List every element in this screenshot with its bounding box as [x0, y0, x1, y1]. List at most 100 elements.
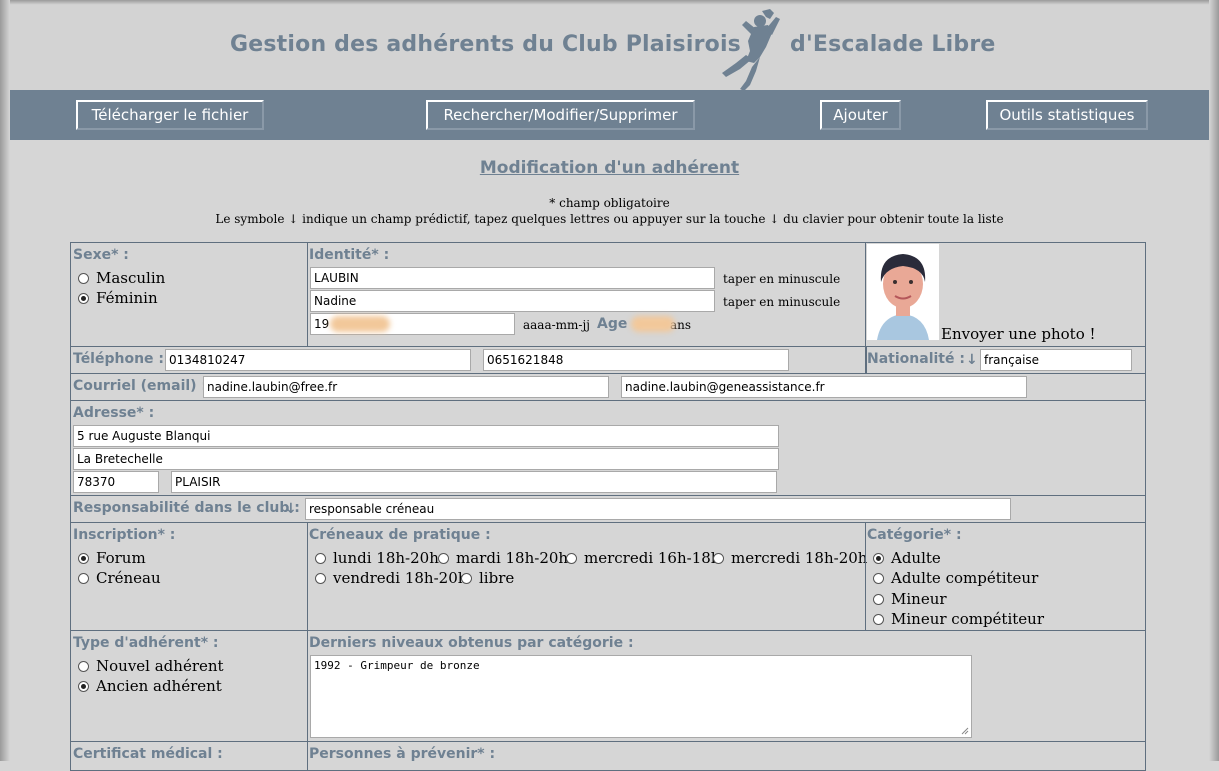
radio-label: Créneau — [96, 569, 161, 587]
radio-label: mercredi 18h-20h — [731, 549, 868, 567]
radio-label: vendredi 18h-20h — [333, 569, 468, 587]
window-edge-left — [0, 0, 10, 761]
photo-cell: Envoyer une photo ! — [865, 242, 1146, 347]
radio-icon[interactable] — [461, 572, 472, 584]
sexe-option-masculin[interactable]: Masculin — [78, 269, 165, 287]
add-button[interactable]: Ajouter — [820, 100, 901, 130]
personnes-cell: Personnes à prévenir* : — [307, 741, 1146, 771]
radio-label: Ancien adhérent — [96, 677, 222, 695]
nav-bar: Télécharger le fichier Rechercher/Modifi… — [10, 90, 1209, 140]
age-redaction — [631, 316, 675, 332]
telephone-cell: Téléphone : 0134810247 0651621848 — [70, 346, 867, 374]
type-ancien-adherent[interactable]: Ancien adhérent — [78, 677, 222, 695]
categorie-mineur[interactable]: Mineur — [873, 590, 947, 608]
nationalite-label: Nationalité : — [867, 351, 965, 367]
type-adherent-label: Type d'adhérent* : — [73, 635, 219, 651]
categorie-cell: Catégorie* : Adulte Adulte compétiteur M… — [865, 522, 1146, 631]
sexe-option-feminin[interactable]: Féminin — [78, 289, 158, 307]
creneau-lundi[interactable]: lundi 18h-20h — [315, 549, 439, 567]
radio-icon[interactable] — [78, 272, 89, 284]
search-modify-delete-button[interactable]: Rechercher/Modifier/Supprimer — [426, 100, 695, 130]
download-file-button[interactable]: Télécharger le fichier — [76, 100, 264, 130]
prenom-input[interactable]: Nadine — [310, 290, 715, 312]
window-edge-right — [1209, 0, 1219, 761]
statistics-tools-button[interactable]: Outils statistiques — [986, 100, 1148, 130]
courriel-cell: Courriel (email) : nadine.laubin@free.fr… — [70, 373, 1146, 401]
personnes-label: Personnes à prévenir* : — [309, 746, 496, 762]
radio-label: Féminin — [96, 289, 158, 307]
radio-label: Adulte compétiteur — [891, 569, 1039, 587]
radio-label: Mineur compétiteur — [891, 610, 1044, 628]
inscription-label: Inscription* : — [73, 527, 176, 543]
prenom-hint: taper en minuscule — [723, 295, 841, 309]
adresse-label: Adresse* : — [73, 405, 155, 421]
categorie-adulte-competiteur[interactable]: Adulte compétiteur — [873, 569, 1038, 587]
responsabilite-input[interactable]: responsable créneau — [305, 498, 1011, 520]
header-banner: Gestion des adhérents du Club Plaisirois… — [10, 5, 1209, 91]
categorie-mineur-competiteur[interactable]: Mineur compétiteur — [873, 610, 1044, 628]
courriel-label: Courriel (email) : — [73, 378, 208, 394]
creneaux-cell: Créneaux de pratique : lundi 18h-20h mar… — [307, 522, 867, 631]
categorie-label: Catégorie* : — [867, 527, 962, 543]
creneau-mercredi-16h[interactable]: mercredi 16h-18h — [566, 549, 720, 567]
radio-label: Forum — [96, 549, 146, 567]
page-title: Modification d'un adhérent — [479, 158, 740, 178]
responsabilite-label: Responsabilité dans le club : — [73, 500, 300, 516]
header-title-left: Gestion des adhérents du Club Plaisirois — [230, 32, 741, 57]
climber-logo-icon — [722, 9, 780, 91]
nom-hint: taper en minuscule — [723, 272, 841, 286]
radio-icon[interactable] — [78, 572, 89, 584]
niveaux-label: Derniers niveaux obtenus par catégorie : — [309, 635, 634, 651]
radio-label: Nouvel adhérent — [96, 657, 224, 675]
type-nouvel-adherent[interactable]: Nouvel adhérent — [78, 657, 224, 675]
radio-label: Mineur — [891, 590, 947, 608]
radio-icon[interactable] — [438, 552, 449, 564]
adresse-line1-input[interactable]: 5 rue Auguste Blanqui — [73, 425, 779, 447]
radio-icon[interactable] — [315, 572, 326, 584]
telephone-mobile-input[interactable]: 0651621848 — [483, 349, 789, 371]
radio-icon[interactable] — [78, 660, 89, 672]
adresse-line2-input[interactable]: La Bretechelle — [73, 448, 779, 470]
inscription-cell: Inscription* : Forum Créneau — [70, 522, 308, 631]
radio-label: Masculin — [96, 269, 166, 287]
categorie-adulte[interactable]: Adulte — [873, 549, 941, 567]
creneau-mercredi-18h[interactable]: mercredi 18h-20h — [713, 549, 867, 567]
radio-checked-icon[interactable] — [873, 552, 884, 564]
radio-icon[interactable] — [315, 552, 326, 564]
telephone-fixe-input[interactable]: 0134810247 — [165, 349, 471, 371]
creneau-mardi[interactable]: mardi 18h-20h — [438, 549, 568, 567]
radio-checked-icon[interactable] — [78, 292, 89, 304]
radio-label: libre — [479, 569, 515, 587]
radio-icon[interactable] — [566, 552, 577, 564]
niveaux-textarea[interactable]: 1992 - Grimpeur de bronze — [310, 655, 972, 738]
resize-handle-icon[interactable] — [960, 726, 969, 735]
predictive-arrow-icon: ↓ — [966, 352, 978, 368]
radio-icon[interactable] — [873, 593, 884, 605]
creneau-vendredi[interactable]: vendredi 18h-20h — [315, 569, 467, 587]
radio-label: mercredi 16h-18h — [584, 549, 721, 567]
email2-input[interactable]: nadine.laubin@geneassistance.fr — [621, 376, 1027, 398]
adresse-cell: Adresse* : 5 rue Auguste Blanqui La Bret… — [70, 400, 1146, 496]
header-title-right: d'Escalade Libre — [790, 32, 996, 57]
radio-checked-icon[interactable] — [78, 552, 89, 564]
ville-input[interactable]: PLAISIR — [171, 471, 777, 493]
radio-icon[interactable] — [713, 552, 724, 564]
send-photo-link[interactable]: Envoyer une photo ! — [941, 325, 1096, 343]
predictive-arrow-icon: ↓ — [285, 501, 297, 517]
nom-input[interactable]: LAUBIN — [310, 267, 715, 289]
creneau-libre[interactable]: libre — [461, 569, 514, 587]
email1-input[interactable]: nadine.laubin@free.fr — [203, 376, 609, 398]
radio-icon[interactable] — [873, 613, 884, 625]
inscription-option-creneau[interactable]: Créneau — [78, 569, 161, 587]
certificat-cell: Certificat médical : — [70, 741, 308, 771]
sexe-label: Sexe* : — [73, 247, 129, 263]
radio-checked-icon[interactable] — [78, 680, 89, 692]
predictive-note: Le symbole ↓ indique un champ prédictif,… — [215, 212, 1004, 226]
radio-icon[interactable] — [873, 572, 884, 584]
niveaux-cell: Derniers niveaux obtenus par catégorie :… — [307, 630, 1146, 742]
sexe-cell: Sexe* : Masculin Féminin — [70, 242, 308, 347]
inscription-option-forum[interactable]: Forum — [78, 549, 146, 567]
nationalite-input[interactable]: française — [980, 349, 1132, 371]
code-postal-input[interactable]: 78370 — [73, 471, 159, 493]
type-adherent-cell: Type d'adhérent* : Nouvel adhérent Ancie… — [70, 630, 308, 742]
